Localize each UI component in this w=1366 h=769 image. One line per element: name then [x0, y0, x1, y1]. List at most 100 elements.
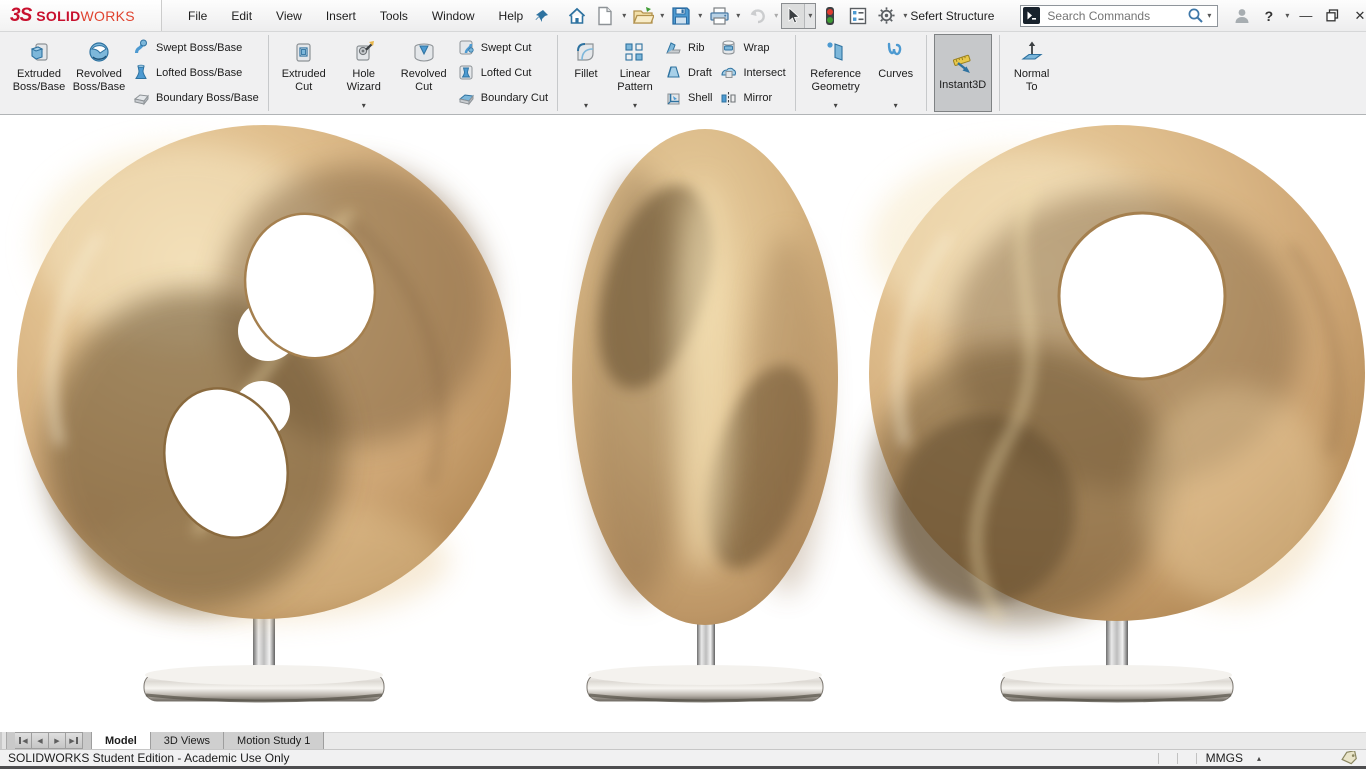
extruded-boss-base-button[interactable]: ExtrudedBoss/Base	[9, 33, 69, 113]
dropdown-caret-icon[interactable]: ▾	[834, 101, 838, 110]
instant3d-icon	[949, 49, 977, 79]
caret-up-icon: ▴	[1257, 754, 1261, 763]
tab-model[interactable]: Model	[91, 732, 151, 749]
menu-insert[interactable]: Insert	[314, 4, 368, 28]
boss-base-stack: Swept Boss/Base Lofted Boss/Base Boundar…	[129, 33, 263, 113]
menu-help[interactable]: Help	[487, 4, 536, 28]
dropdown-caret-icon[interactable]: ▾	[695, 11, 705, 20]
boundary-boss-base-button[interactable]: Boundary Boss/Base	[133, 86, 259, 110]
wrap-button[interactable]: Wrap	[720, 36, 785, 60]
boundary-boss-icon	[133, 90, 150, 107]
undo-button[interactable]	[743, 3, 771, 29]
rib-button[interactable]: Rib	[665, 36, 712, 60]
close-button[interactable]: ✕	[1346, 3, 1366, 29]
pedestal-base[interactable]	[1001, 665, 1233, 701]
extruded-boss-icon	[26, 38, 52, 68]
dropdown-caret-icon[interactable]: ▾	[733, 11, 743, 20]
fillet-button[interactable]: Fillet ▾	[563, 33, 609, 113]
mirror-button[interactable]: Mirror	[720, 86, 785, 110]
unit-system-value: MMGS	[1206, 751, 1243, 765]
revolved-boss-base-button[interactable]: RevolvedBoss/Base	[69, 33, 129, 113]
dropdown-caret-icon[interactable]: ▾	[1282, 11, 1292, 20]
shell-button[interactable]: Shell	[665, 86, 712, 110]
menu-tools[interactable]: Tools	[368, 4, 420, 28]
button-label: Instant3D	[939, 79, 986, 92]
reference-geometry-button[interactable]: ReferenceGeometry ▾	[801, 33, 871, 113]
tag-icon[interactable]	[1341, 751, 1358, 765]
help-button[interactable]: ?	[1255, 3, 1282, 29]
instant3d-button[interactable]: Instant3D	[934, 34, 992, 112]
pane-splitter-handle[interactable]	[2, 732, 7, 749]
linear-pattern-button[interactable]: LinearPattern ▾	[609, 33, 661, 113]
boundary-cut-icon	[458, 90, 475, 107]
menu-view[interactable]: View	[264, 4, 314, 28]
revolved-cut-icon	[411, 38, 437, 68]
features-stack-1: Rib Draft Shell	[661, 33, 716, 113]
normal-to-button[interactable]: NormalTo	[1005, 33, 1059, 113]
swept-cut-button[interactable]: Swept Cut	[458, 36, 548, 60]
dropdown-caret-icon[interactable]: ▾	[362, 101, 366, 110]
tab-strip: ◀ ◀ ▶ ▶ Model 3D Views Motion Study 1	[0, 732, 324, 749]
circular-through-hole[interactable]	[1059, 213, 1225, 379]
print-button[interactable]	[705, 3, 733, 29]
dropdown-caret-icon[interactable]: ▾	[633, 101, 637, 110]
tab-nav-next-button[interactable]: ▶	[49, 732, 66, 749]
swept-boss-icon	[133, 39, 150, 56]
search-input[interactable]	[1045, 8, 1187, 24]
pin-menu-icon[interactable]	[535, 9, 549, 23]
dropdown-caret-icon[interactable]: ▾	[771, 11, 781, 20]
dropdown-caret-icon[interactable]: ▾	[900, 11, 910, 20]
tab-nav-last-button[interactable]: ▶	[66, 732, 83, 749]
button-label: Curves	[878, 68, 913, 81]
open-document-button[interactable]	[629, 3, 657, 29]
pedestal-base[interactable]	[144, 665, 384, 701]
dropdown-caret-icon[interactable]: ▾	[1204, 11, 1214, 20]
save-button[interactable]	[667, 3, 695, 29]
unit-system-selector[interactable]: MMGS ▴	[1206, 751, 1261, 765]
tab-3d-views[interactable]: 3D Views	[151, 732, 224, 749]
boundary-cut-button[interactable]: Boundary Cut	[458, 86, 548, 110]
options-list-button[interactable]	[844, 3, 872, 29]
draft-button[interactable]: Draft	[665, 61, 712, 85]
dropdown-caret-icon[interactable]: ▾	[657, 11, 667, 20]
dropdown-caret-icon[interactable]: ▾	[894, 101, 898, 110]
menu-window[interactable]: Window	[420, 4, 487, 28]
dropdown-caret-icon[interactable]: ▾	[584, 101, 588, 110]
tab-nav-first-button[interactable]: ◀	[15, 732, 32, 749]
extruded-cut-button[interactable]: ExtrudedCut	[274, 33, 334, 113]
search-icon[interactable]	[1187, 7, 1204, 24]
pedestal-base[interactable]	[587, 665, 823, 701]
search-commands-box[interactable]: ▾	[1020, 5, 1218, 27]
rebuild-button[interactable]	[816, 3, 844, 29]
user-account-icon[interactable]	[1228, 3, 1255, 29]
curves-button[interactable]: Curves ▾	[871, 33, 921, 113]
hole-wizard-button[interactable]: HoleWizard ▾	[334, 33, 394, 113]
reference-geometry-icon	[823, 38, 849, 68]
revolved-cut-button[interactable]: RevolvedCut	[394, 33, 454, 113]
swept-boss-base-button[interactable]: Swept Boss/Base	[133, 36, 259, 60]
restore-window-button[interactable]	[1319, 3, 1346, 29]
tab-motion-study-1[interactable]: Motion Study 1	[224, 732, 324, 749]
minimize-button[interactable]: —	[1292, 3, 1319, 29]
curves-icon	[883, 38, 909, 68]
tab-nav-prev-button[interactable]: ◀	[32, 732, 49, 749]
brand-name: SOLIDWORKS	[36, 8, 135, 24]
gear-icon[interactable]	[872, 3, 900, 29]
lofted-cut-button[interactable]: Lofted Cut	[458, 61, 548, 85]
select-tool-button[interactable]	[782, 4, 805, 28]
dropdown-caret-icon[interactable]: ▾	[619, 11, 629, 20]
graphics-viewport[interactable]	[0, 115, 1366, 732]
menu-file[interactable]: File	[176, 4, 219, 28]
lofted-boss-base-button[interactable]: Lofted Boss/Base	[133, 61, 259, 85]
viewport-canvas[interactable]	[0, 115, 1366, 732]
status-separator	[1158, 753, 1159, 764]
home-button[interactable]	[563, 3, 591, 29]
shell-icon	[665, 90, 682, 107]
intersect-button[interactable]: Intersect	[720, 61, 785, 85]
dropdown-caret-icon[interactable]: ▾	[805, 11, 815, 20]
ribbon-group-reference: ReferenceGeometry ▾ Curves ▾	[796, 32, 926, 114]
new-document-button[interactable]	[591, 3, 619, 29]
swept-cut-icon	[458, 39, 475, 56]
menu-edit[interactable]: Edit	[219, 4, 264, 28]
button-label: ExtrudedBoss/Base	[13, 68, 66, 93]
